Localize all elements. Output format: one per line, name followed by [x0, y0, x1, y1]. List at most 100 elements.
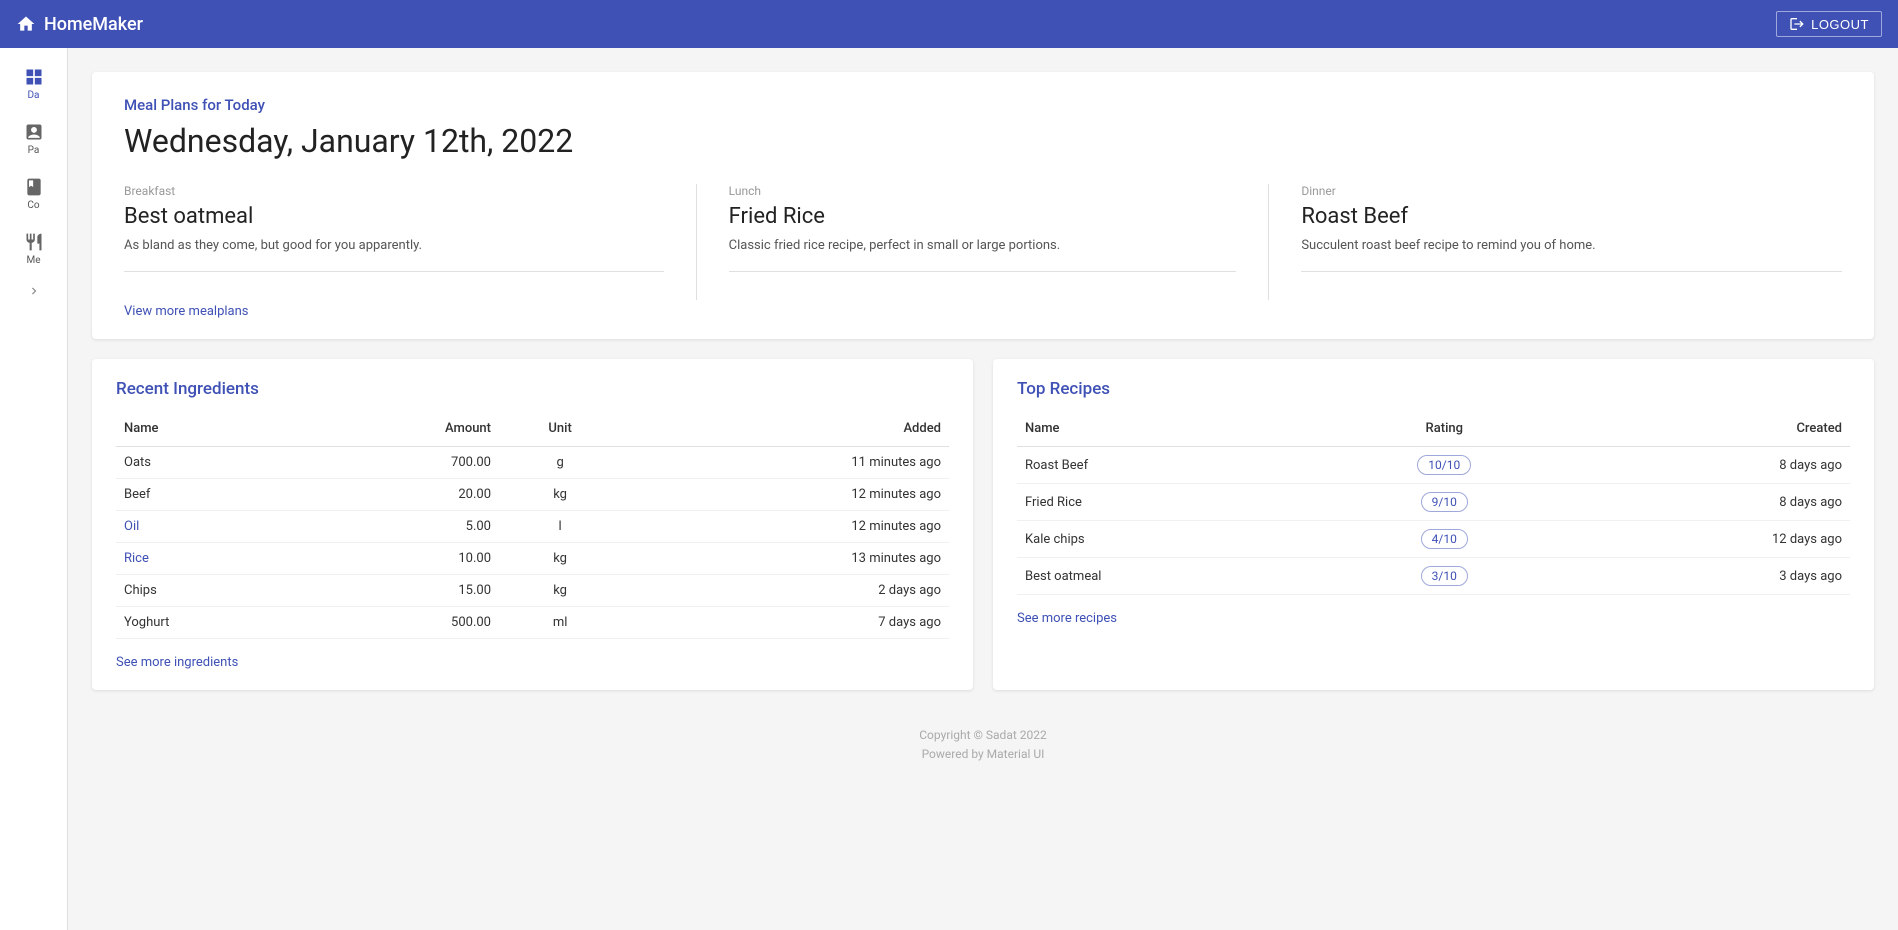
ingredient-amount: 5.00 [307, 511, 499, 543]
sidebar-item-pantry[interactable]: Pa [0, 111, 67, 166]
ingredient-amount: 15.00 [307, 575, 499, 607]
ingredients-table: Name Amount Unit Added Oats 700.00 g 11 … [116, 415, 949, 639]
ingredient-name[interactable]: Oil [116, 511, 307, 543]
sidebar-item-cookbook[interactable]: Co [0, 166, 67, 221]
ingredient-added: 12 minutes ago [621, 479, 949, 511]
ingredient-unit: kg [499, 575, 621, 607]
recipe-rating: 4/10 [1327, 521, 1562, 558]
recipe-rating: 10/10 [1327, 447, 1562, 484]
sidebar-item-mealplan[interactable]: Me [0, 221, 67, 276]
table-row: Best oatmeal 3/10 3 days ago [1017, 558, 1850, 595]
brand-title: HomeMaker [44, 14, 143, 35]
table-row: Yoghurt 500.00 ml 7 days ago [116, 607, 949, 639]
ingredient-added: 12 minutes ago [621, 511, 949, 543]
table-row: Oil 5.00 l 12 minutes ago [116, 511, 949, 543]
col-unit-header: Unit [499, 415, 621, 447]
sidebar-expand-button[interactable] [0, 276, 67, 306]
recipe-created: 8 days ago [1562, 447, 1850, 484]
ingredient-unit: kg [499, 479, 621, 511]
sidebar: Da Pa Co Me [0, 48, 68, 930]
table-row: Rice 10.00 kg 13 minutes ago [116, 543, 949, 575]
table-row: Fried Rice 9/10 8 days ago [1017, 484, 1850, 521]
recipe-name: Kale chips [1017, 521, 1327, 558]
ingredient-unit: g [499, 447, 621, 479]
top-nav: HomeMaker LOGOUT [0, 0, 1898, 48]
table-row: Oats 700.00 g 11 minutes ago [116, 447, 949, 479]
ingredient-amount: 500.00 [307, 607, 499, 639]
recipes-col-name-header: Name [1017, 415, 1327, 447]
ingredient-name[interactable]: Rice [116, 543, 307, 575]
recipe-created: 8 days ago [1562, 484, 1850, 521]
ingredients-card-title: Recent Ingredients [116, 379, 949, 399]
breakfast-description: As bland as they come, but good for you … [124, 237, 664, 272]
main-content: Meal Plans for Today Wednesday, January … [68, 48, 1898, 930]
table-row: Beef 20.00 kg 12 minutes ago [116, 479, 949, 511]
dinner-cell: Dinner Roast Beef Succulent roast beef r… [1269, 184, 1842, 300]
meal-plan-card: Meal Plans for Today Wednesday, January … [92, 72, 1874, 339]
ingredient-name: Beef [116, 479, 307, 511]
ingredient-name: Yoghurt [116, 607, 307, 639]
lunch-cell: Lunch Fried Rice Classic fried rice reci… [697, 184, 1270, 300]
ingredient-unit: l [499, 511, 621, 543]
ingredient-added: 7 days ago [621, 607, 949, 639]
lunch-description: Classic fried rice recipe, perfect in sm… [729, 237, 1237, 272]
recipes-col-created-header: Created [1562, 415, 1850, 447]
lunch-type: Lunch [729, 184, 1237, 198]
ingredient-added: 2 days ago [621, 575, 949, 607]
see-more-recipes-link[interactable]: See more recipes [1017, 611, 1117, 626]
dashboard-icon [23, 66, 45, 88]
breakfast-cell: Breakfast Best oatmeal As bland as they … [124, 184, 697, 300]
logout-icon [1789, 16, 1805, 32]
lunch-name: Fried Rice [729, 204, 1237, 229]
view-more-mealplans-link[interactable]: View more mealplans [124, 304, 249, 319]
col-added-header: Added [621, 415, 949, 447]
table-row: Chips 15.00 kg 2 days ago [116, 575, 949, 607]
dinner-name: Roast Beef [1301, 204, 1842, 229]
recipe-created: 3 days ago [1562, 558, 1850, 595]
recipes-table: Name Rating Created Roast Beef 10/10 8 d… [1017, 415, 1850, 595]
col-name-header: Name [116, 415, 307, 447]
cookbook-icon [23, 176, 45, 198]
ingredient-amount: 10.00 [307, 543, 499, 575]
sidebar-item-cookbook-label: Co [27, 200, 39, 211]
logout-label: LOGOUT [1811, 17, 1869, 32]
meals-grid: Breakfast Best oatmeal As bland as they … [124, 184, 1842, 300]
bottom-row: Recent Ingredients Name Amount Unit Adde… [92, 359, 1874, 690]
top-recipes-card: Top Recipes Name Rating Created Roast Be… [993, 359, 1874, 690]
ingredient-unit: kg [499, 543, 621, 575]
recent-ingredients-card: Recent Ingredients Name Amount Unit Adde… [92, 359, 973, 690]
sidebar-item-pantry-label: Pa [28, 145, 40, 156]
ingredient-amount: 20.00 [307, 479, 499, 511]
ingredient-name: Oats [116, 447, 307, 479]
home-icon [16, 14, 36, 34]
footer-copyright: Copyright © Sadat 2022 [92, 726, 1874, 745]
ingredient-added: 13 minutes ago [621, 543, 949, 575]
dinner-description: Succulent roast beef recipe to remind yo… [1301, 237, 1842, 272]
table-row: Kale chips 4/10 12 days ago [1017, 521, 1850, 558]
brand: HomeMaker [16, 14, 143, 35]
meal-plan-section-title: Meal Plans for Today [124, 96, 1842, 114]
breakfast-type: Breakfast [124, 184, 664, 198]
meal-plan-date: Wednesday, January 12th, 2022 [124, 122, 1842, 160]
sidebar-item-dashboard[interactable]: Da [0, 56, 67, 111]
recipe-name: Fried Rice [1017, 484, 1327, 521]
ingredient-unit: ml [499, 607, 621, 639]
logout-button[interactable]: LOGOUT [1776, 11, 1882, 37]
footer-powered-by: Powered by Material UI [92, 745, 1874, 764]
pantry-icon [23, 121, 45, 143]
ingredient-name: Chips [116, 575, 307, 607]
recipe-rating: 9/10 [1327, 484, 1562, 521]
see-more-ingredients-link[interactable]: See more ingredients [116, 655, 238, 670]
sidebar-item-dashboard-label: Da [27, 90, 39, 101]
sidebar-item-mealplan-label: Me [26, 255, 40, 266]
dinner-type: Dinner [1301, 184, 1842, 198]
breakfast-name: Best oatmeal [124, 204, 664, 229]
ingredient-added: 11 minutes ago [621, 447, 949, 479]
ingredient-amount: 700.00 [307, 447, 499, 479]
recipe-created: 12 days ago [1562, 521, 1850, 558]
mealplan-icon [23, 231, 45, 253]
recipe-rating: 3/10 [1327, 558, 1562, 595]
recipe-name: Best oatmeal [1017, 558, 1327, 595]
recipe-name: Roast Beef [1017, 447, 1327, 484]
col-amount-header: Amount [307, 415, 499, 447]
